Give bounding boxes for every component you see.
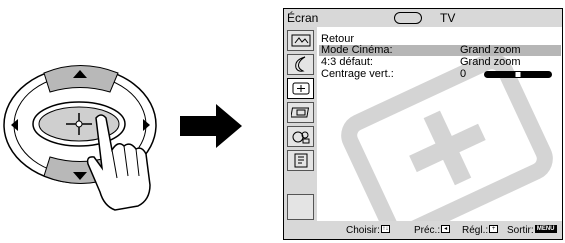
osd-sidebar (284, 27, 317, 221)
osd-footer: Choisir: ↑↓ Préc.: ◂ Régl.: + Sortir: MENU (284, 221, 562, 239)
menu-key-icon: MENU (534, 225, 557, 234)
footer-choisir-label: Choisir: (346, 225, 380, 236)
osd-topbar: Écran TV (284, 9, 562, 27)
centrage-slider[interactable] (484, 71, 552, 78)
tv-osd-screen: Écran TV Retour Mode Cinéma: Grand zoom … (283, 8, 563, 240)
screen-icon[interactable] (287, 78, 314, 99)
enter-key-icon: + (489, 225, 499, 234)
sidebar-empty-slot (287, 194, 314, 220)
menu-item-value: 0 (460, 68, 467, 80)
footer-prec-label: Préc.: (414, 225, 441, 236)
menu-item-mode-cinema[interactable]: Mode Cinéma: Grand zoom (319, 45, 561, 56)
menu-item-value: Grand zoom (460, 44, 521, 56)
menu-item-43-defaut[interactable]: 4:3 défaut: Grand zoom (319, 57, 561, 68)
menu-item-centrage-vert[interactable]: Centrage vert.: 0 (319, 69, 561, 80)
menu-item-label: Centrage vert.: (321, 68, 394, 80)
preset-icon[interactable] (287, 150, 314, 171)
features-icon[interactable] (287, 126, 314, 147)
menu-item-label: 4:3 défaut: (321, 56, 373, 68)
tv-input-indicator (394, 12, 422, 24)
footer-sortir-label: Sortir: (507, 225, 534, 236)
setup-icon[interactable] (287, 102, 314, 123)
remote-control-illustration (3, 65, 157, 211)
slider-thumb[interactable] (515, 72, 521, 77)
up-down-key-icon: ↑↓ (380, 225, 390, 234)
footer-regl-label: Régl.: (462, 225, 489, 236)
menu-item-value: Grand zoom (460, 56, 521, 68)
tv-label: TV (440, 11, 456, 25)
menu-item-label: Mode Cinéma: (321, 44, 393, 56)
footer-prec: Préc.: ◂ (414, 221, 451, 239)
footer-regl: Régl.: + (462, 221, 499, 239)
left-key-icon: ◂ (441, 225, 451, 234)
sound-icon[interactable] (287, 54, 314, 75)
picture-icon[interactable] (287, 30, 314, 51)
osd-menu-panel: Retour Mode Cinéma: Grand zoom 4:3 défau… (317, 27, 562, 221)
center-button (32, 101, 126, 147)
osd-title: Écran (287, 11, 319, 25)
footer-choisir: Choisir: ↑↓ (346, 221, 390, 239)
footer-sortir: Sortir: MENU (507, 221, 557, 239)
right-arrow-icon (180, 104, 242, 148)
